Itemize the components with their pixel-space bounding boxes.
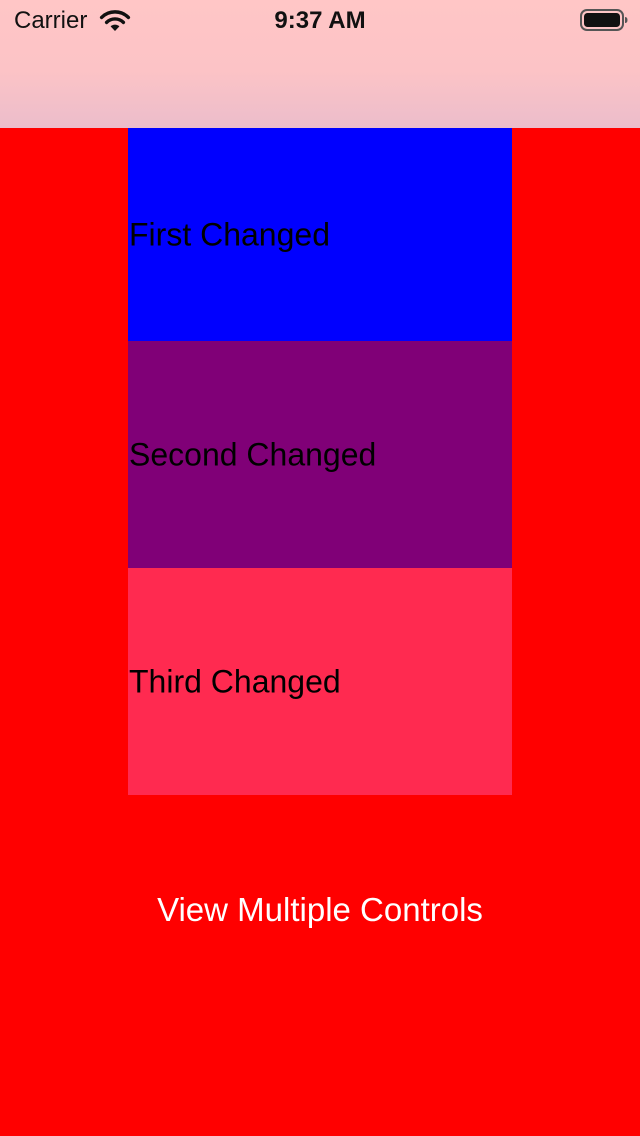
third-box-label: Third Changed — [129, 663, 341, 699]
battery-icon — [580, 9, 628, 31]
view-multiple-controls-button[interactable]: View Multiple Controls — [0, 886, 640, 934]
second-box: Second Changed — [128, 341, 512, 568]
status-time: 9:37 AM — [274, 7, 366, 34]
first-box: First Changed — [128, 128, 512, 341]
first-box-label: First Changed — [129, 216, 330, 252]
third-box: Third Changed — [128, 568, 512, 795]
second-box-label: Second Changed — [129, 436, 377, 472]
status-bar: Carrier 9:37 AM — [0, 0, 640, 40]
stack-view: First Changed Second Changed Third Chang… — [128, 128, 512, 795]
